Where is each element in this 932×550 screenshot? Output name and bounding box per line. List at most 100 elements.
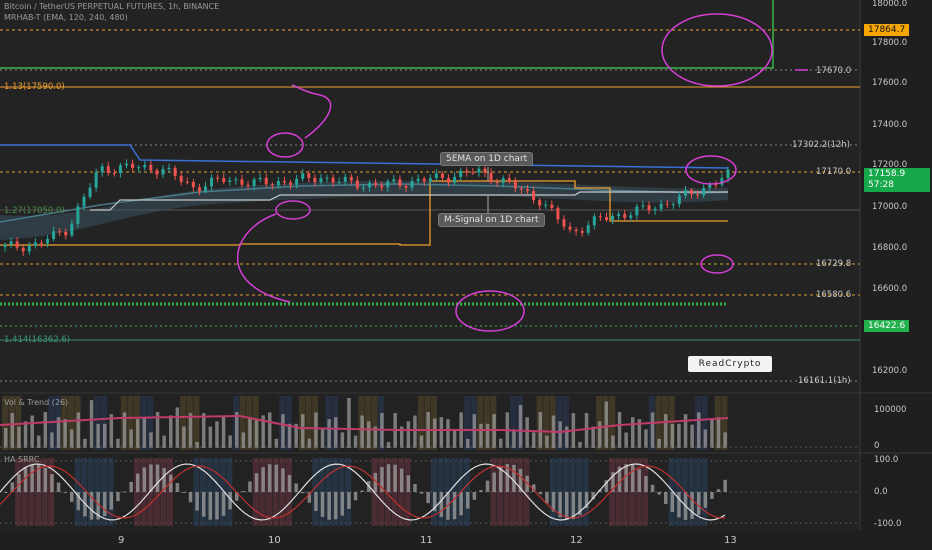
time-tick-11: 11 bbox=[420, 535, 433, 546]
volume-bar bbox=[281, 414, 285, 448]
candle-body bbox=[270, 184, 274, 186]
candle-body bbox=[386, 181, 390, 188]
candle-body bbox=[343, 176, 347, 182]
volume-bar bbox=[525, 417, 529, 448]
volume-bar bbox=[650, 412, 655, 448]
ha-bar bbox=[644, 476, 648, 492]
candle-body bbox=[307, 173, 311, 178]
candle-body bbox=[568, 226, 572, 230]
symbol-title: Bitcoin / TetherUS PERPETUAL FUTURES, 1h… bbox=[4, 2, 220, 11]
ha-bar bbox=[334, 492, 338, 520]
sema-annotation: 5EMA on 1D chart bbox=[440, 152, 534, 166]
ha-bar bbox=[677, 492, 681, 518]
ha-bar bbox=[188, 492, 193, 503]
ha-bar bbox=[221, 492, 226, 516]
volume-bar bbox=[142, 417, 147, 448]
candle-body bbox=[155, 170, 159, 175]
volume-bar bbox=[268, 412, 272, 448]
candle-body bbox=[276, 180, 280, 186]
candle-body bbox=[76, 206, 80, 224]
volume-bar bbox=[485, 423, 490, 448]
candle-body bbox=[33, 242, 37, 246]
price-tick-16800: 16800.0 bbox=[872, 243, 908, 253]
volume-bar bbox=[565, 426, 569, 448]
candle-body bbox=[690, 190, 694, 195]
ha-bar bbox=[426, 492, 430, 504]
price-tick-17800: 17800.0 bbox=[872, 38, 908, 48]
ha-bar bbox=[202, 492, 206, 517]
candle-body bbox=[52, 231, 56, 239]
ha-bar bbox=[142, 467, 147, 492]
candle-body bbox=[234, 179, 238, 181]
ha-bar bbox=[400, 468, 404, 492]
volume-bar bbox=[419, 435, 424, 448]
countdown-value: 57:28 bbox=[868, 180, 894, 190]
ha-bar bbox=[637, 469, 642, 492]
candle-body bbox=[118, 165, 122, 173]
ha-bar bbox=[538, 492, 543, 495]
level-high-badge: 17864.7 bbox=[864, 24, 910, 36]
volume-bar bbox=[584, 413, 589, 448]
volume-bar bbox=[598, 421, 602, 448]
candle-body bbox=[131, 163, 135, 169]
ha-bar bbox=[215, 492, 219, 520]
ha-bar bbox=[4, 492, 8, 493]
level-label-17302: 17302.2(12h) bbox=[792, 140, 850, 150]
candle-body bbox=[368, 182, 372, 188]
volume-bar bbox=[136, 419, 140, 448]
volume-bar bbox=[23, 421, 28, 448]
ha-bar bbox=[320, 492, 325, 517]
candle-body bbox=[258, 177, 262, 180]
candle-body bbox=[179, 175, 183, 182]
volume-bar bbox=[631, 417, 635, 448]
candle-body bbox=[447, 178, 451, 183]
time-tick-9: 9 bbox=[118, 535, 125, 546]
candle-body bbox=[592, 216, 596, 226]
price-chart[interactable] bbox=[0, 0, 932, 550]
volume-bar bbox=[4, 428, 8, 448]
volume-tick-zero: 0 bbox=[874, 441, 880, 451]
volume-bar bbox=[664, 414, 668, 448]
price-tick-17600: 17600.0 bbox=[872, 78, 908, 88]
level-label-16729: 16729.8 bbox=[816, 259, 852, 269]
candle-body bbox=[88, 187, 92, 197]
price-tick-16600: 16600.0 bbox=[872, 284, 908, 294]
ha-bar bbox=[241, 491, 246, 493]
candle-body bbox=[295, 178, 299, 185]
volume-bar bbox=[716, 417, 721, 448]
candle-body bbox=[143, 164, 147, 168]
volume-indicator-title: Vol & Trend (26) bbox=[4, 398, 69, 407]
ha-bar bbox=[664, 492, 668, 504]
ha-bar bbox=[472, 492, 477, 500]
ha-bar bbox=[136, 473, 140, 492]
candle-body bbox=[586, 225, 590, 233]
candle-body bbox=[556, 207, 560, 220]
candle-body bbox=[544, 204, 548, 206]
volume-bar bbox=[202, 413, 206, 448]
ha-bar bbox=[254, 473, 259, 492]
ha-bar bbox=[360, 490, 364, 492]
current-price-value: 17158.9 bbox=[868, 169, 906, 179]
candle-body bbox=[623, 214, 627, 218]
candle-body bbox=[428, 178, 432, 182]
msignal-annotation: M-Signal on 1D chart bbox=[438, 213, 545, 227]
ha-bar bbox=[406, 475, 411, 492]
volume-bar bbox=[30, 415, 34, 448]
volume-tick-high: 100000 bbox=[874, 405, 907, 415]
ha-bar bbox=[697, 492, 701, 515]
candle-body bbox=[489, 172, 493, 183]
candle-body bbox=[191, 182, 195, 188]
ha-bar bbox=[690, 492, 694, 519]
volume-bar bbox=[228, 435, 232, 448]
candle-body bbox=[137, 167, 141, 169]
candle-body bbox=[319, 178, 323, 183]
ha-bar bbox=[650, 484, 655, 492]
candle-body bbox=[27, 245, 31, 252]
level-label-17670: 17670.0 bbox=[816, 66, 852, 76]
ha-bar bbox=[261, 467, 265, 492]
time-tick-10: 10 bbox=[268, 535, 281, 546]
volume-bar bbox=[340, 432, 345, 448]
volume-bar bbox=[50, 432, 54, 448]
ha-bar bbox=[393, 464, 397, 492]
candle-body bbox=[440, 173, 444, 179]
